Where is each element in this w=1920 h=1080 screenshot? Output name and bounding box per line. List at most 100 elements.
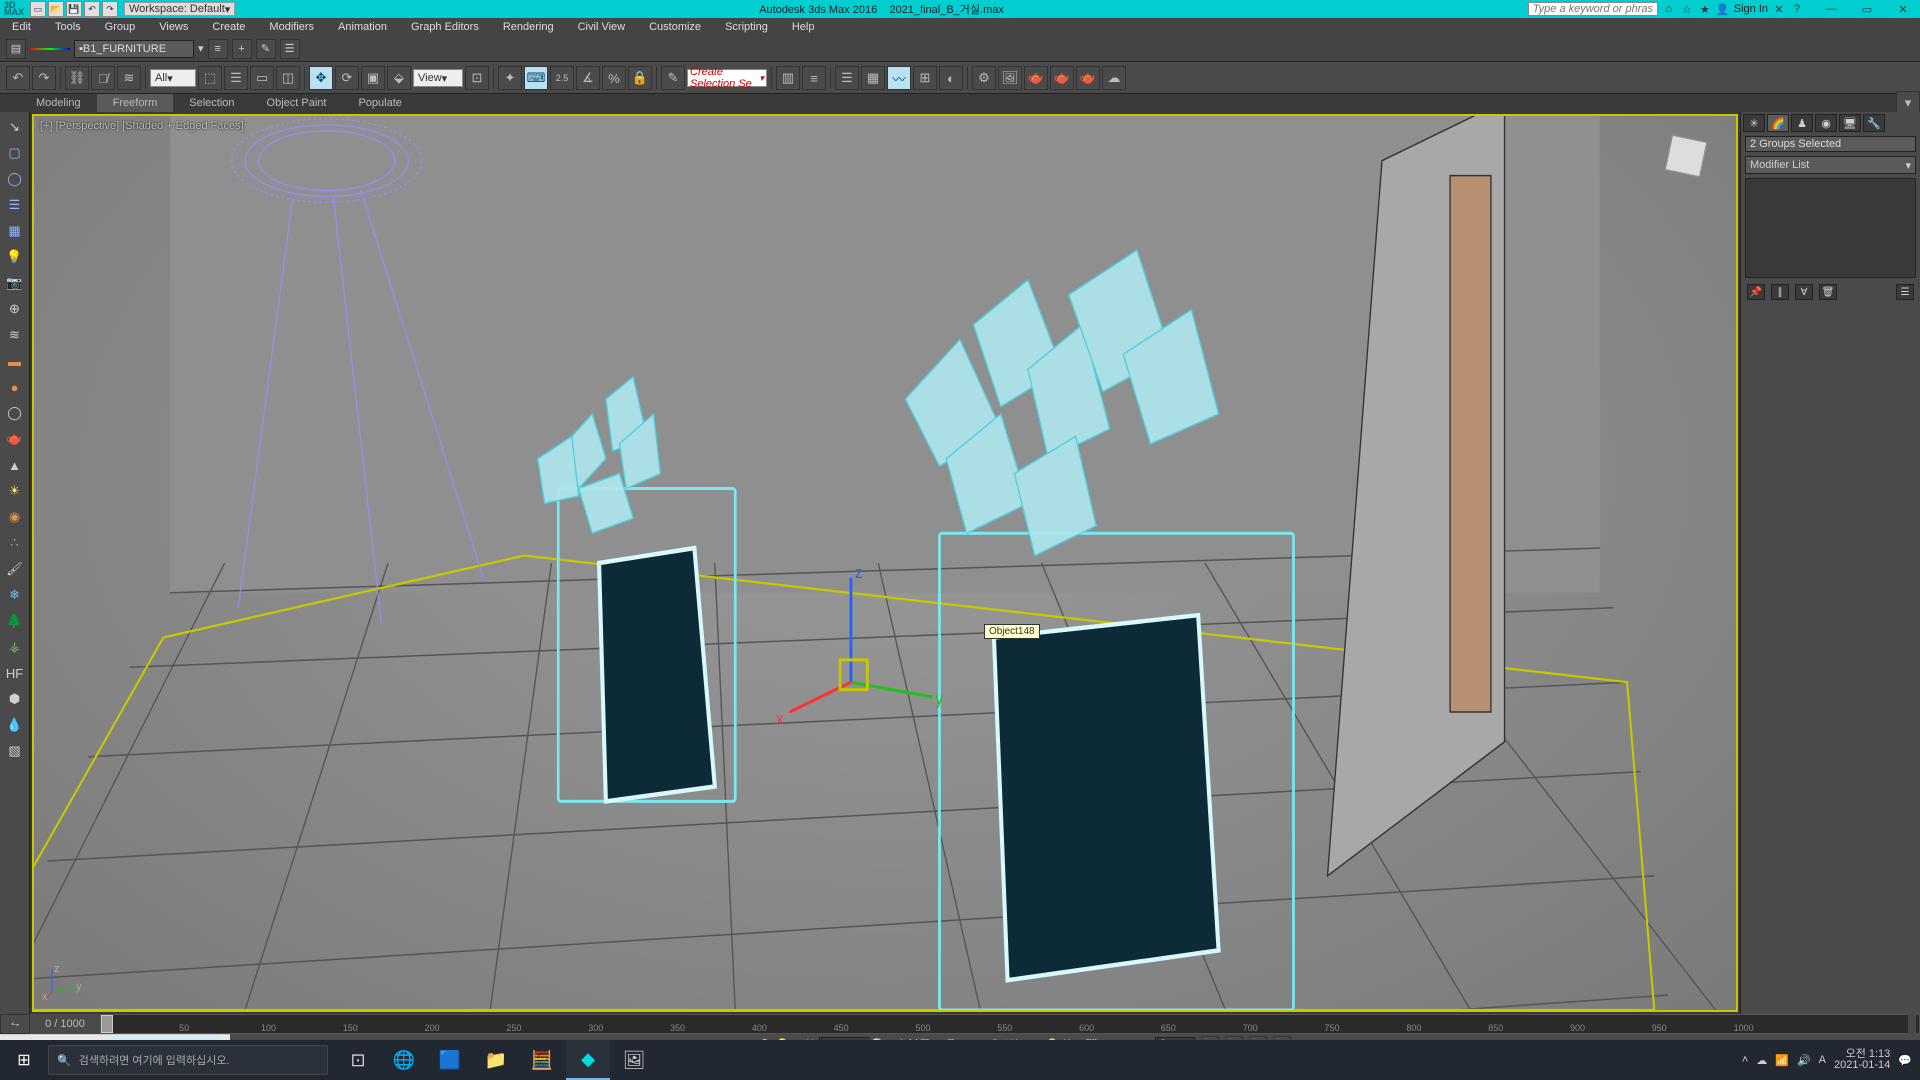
undo-button[interactable]: ↶ xyxy=(6,66,30,90)
help-icon[interactable]: ? xyxy=(1790,2,1804,16)
viewport[interactable]: [+] [Perspective] [Shaded + Edged Faces] xyxy=(32,114,1738,1012)
spinner-snap-icon[interactable]: 🔒 xyxy=(628,66,652,90)
dock-brush-icon[interactable]: 🖌 xyxy=(4,558,26,580)
task-edge-icon[interactable]: 🟦 xyxy=(428,1040,472,1080)
select-name-icon[interactable]: ☰ xyxy=(224,66,248,90)
dock-cylinder-icon[interactable]: ◯ xyxy=(4,168,26,190)
tray-notifications-icon[interactable]: 💬 xyxy=(1898,1054,1912,1067)
modifier-stack[interactable] xyxy=(1745,178,1916,278)
scene-explorer-icon[interactable]: ▤ xyxy=(6,39,26,59)
connect-icon[interactable]: ⌂ xyxy=(1662,2,1676,16)
create-tab-icon[interactable]: ✳ xyxy=(1743,114,1765,132)
toggle-ribbon-icon[interactable]: ▦ xyxy=(861,66,885,90)
tray-lang-icon[interactable]: A xyxy=(1819,1054,1826,1066)
curve-editor-icon[interactable]: 〰 xyxy=(887,66,911,90)
dock-target-icon[interactable]: ◉ xyxy=(4,506,26,528)
ribbon-tab-populate[interactable]: Populate xyxy=(342,94,417,112)
start-button[interactable]: ⊞ xyxy=(0,1040,48,1080)
ref-coord-combo[interactable]: View ▾ xyxy=(413,69,463,87)
dock-torus-icon[interactable]: ◯ xyxy=(4,402,26,424)
selection-filter[interactable]: All ▾ xyxy=(150,69,196,87)
menu-edit[interactable]: Edit xyxy=(0,18,43,36)
viewport-label[interactable]: [+] [Perspective] [Shaded + Edged Faces] xyxy=(40,120,244,132)
select-icon[interactable]: ⬚ xyxy=(198,66,222,90)
dock-sphere-icon[interactable]: ● xyxy=(4,376,26,398)
menu-graph-editors[interactable]: Graph Editors xyxy=(399,18,491,36)
dock-sun-icon[interactable]: ☀ xyxy=(4,480,26,502)
tray-volume-icon[interactable]: 🔊 xyxy=(1797,1054,1811,1067)
qat-undo-icon[interactable]: ↶ xyxy=(84,1,100,17)
unlink-icon[interactable]: ⛓̸ xyxy=(91,66,115,90)
pivot-center-icon[interactable]: ⊡ xyxy=(465,66,489,90)
configure-sets-icon[interactable]: ☰ xyxy=(1896,284,1914,300)
manipulate-icon[interactable]: ✦ xyxy=(498,66,522,90)
schematic-view-icon[interactable]: ⊞ xyxy=(913,66,937,90)
menu-views[interactable]: Views xyxy=(147,18,200,36)
menu-civil-view[interactable]: Civil View xyxy=(566,18,637,36)
keyboard-shortcut-icon[interactable]: ⌨ xyxy=(524,66,548,90)
dock-box-icon[interactable]: ▢ xyxy=(4,142,26,164)
qat-open-icon[interactable]: 📂 xyxy=(48,1,64,17)
task-calc-icon[interactable]: 🧮 xyxy=(520,1040,564,1080)
rendered-frame-icon[interactable]: 🖼 xyxy=(998,66,1022,90)
layer-select-icon[interactable]: ☰ xyxy=(280,39,300,59)
ribbon-tab-object-paint[interactable]: Object Paint xyxy=(251,94,343,112)
star-icon[interactable]: ☆ xyxy=(1680,2,1694,16)
utilities-tab-icon[interactable]: 🔧 xyxy=(1863,114,1885,132)
percent-snap-icon[interactable]: % xyxy=(602,66,626,90)
time-slider-thumb[interactable] xyxy=(101,1015,113,1033)
taskview-icon[interactable]: ⊡ xyxy=(336,1040,380,1080)
task-explorer-icon[interactable]: 📁 xyxy=(474,1040,518,1080)
menu-scripting[interactable]: Scripting xyxy=(713,18,780,36)
menu-help[interactable]: Help xyxy=(780,18,827,36)
align-icon[interactable]: ≡ xyxy=(802,66,826,90)
dock-rock-icon[interactable]: ⬢ xyxy=(4,688,26,710)
menu-create[interactable]: Create xyxy=(200,18,257,36)
dock-spacewarp-icon[interactable]: ≋ xyxy=(4,324,26,346)
edit-selset-icon[interactable]: ✎ xyxy=(661,66,685,90)
render-setup-icon[interactable]: ⚙ xyxy=(972,66,996,90)
time-slider[interactable]: 5010015020025030035040045050055060065070… xyxy=(100,1014,1920,1034)
move-button[interactable]: ✥ xyxy=(309,66,333,90)
workspace-selector[interactable]: Workspace: Default ▾ xyxy=(124,2,235,16)
qat-new-icon[interactable]: ▭ xyxy=(30,1,46,17)
snap-toggle[interactable]: 2.5 xyxy=(550,66,574,90)
tray-wifi-icon[interactable]: 📶 xyxy=(1775,1054,1789,1067)
material-editor-icon[interactable]: ◐ xyxy=(939,66,963,90)
dock-more-icon[interactable]: ▧ xyxy=(4,740,26,762)
selection-name-field[interactable]: 2 Groups Selected xyxy=(1745,136,1916,152)
dock-grid-icon[interactable]: ▦ xyxy=(4,220,26,242)
scale-button[interactable]: ▣ xyxy=(361,66,385,90)
close-button[interactable]: ✕ xyxy=(1890,1,1916,17)
dock-cone-icon[interactable]: ▲ xyxy=(4,454,26,476)
menu-animation[interactable]: Animation xyxy=(326,18,399,36)
maximize-button[interactable]: ▭ xyxy=(1854,1,1880,17)
tray-cloud-icon[interactable]: ☁ xyxy=(1756,1054,1767,1067)
dock-helper-icon[interactable]: ⊕ xyxy=(4,298,26,320)
modify-tab-icon[interactable]: 🌈 xyxy=(1767,114,1789,132)
frame-indicator[interactable]: 0 / 1000 xyxy=(30,1014,100,1034)
time-config-icon[interactable]: ⥊ xyxy=(0,1014,30,1034)
tray-clock[interactable]: 오전 1:13 2021-01-14 xyxy=(1834,1049,1890,1071)
placement-icon[interactable]: ⬙ xyxy=(387,66,411,90)
dock-shapes-icon[interactable]: ☰ xyxy=(4,194,26,216)
unique-icon[interactable]: ∀ xyxy=(1795,284,1813,300)
render-production-icon[interactable]: 🫖 xyxy=(1024,66,1048,90)
task-3dsmax-icon[interactable]: ◆ xyxy=(566,1040,610,1080)
layer-manager-icon[interactable]: ≡ xyxy=(208,39,228,59)
hierarchy-tab-icon[interactable]: ♟ xyxy=(1791,114,1813,132)
ribbon-tab-modeling[interactable]: Modeling xyxy=(20,94,97,112)
qat-redo-icon[interactable]: ↷ xyxy=(102,1,118,17)
link-icon[interactable]: ⛓ xyxy=(65,66,89,90)
pin-stack-icon[interactable]: 📌 xyxy=(1747,284,1765,300)
mirror-icon[interactable]: ▥ xyxy=(776,66,800,90)
task-app-1-icon[interactable]: 🌐 xyxy=(382,1040,426,1080)
dock-tree-icon[interactable]: 🌲 xyxy=(4,610,26,632)
bind-spacewarp-icon[interactable]: ≋ xyxy=(117,66,141,90)
selection-set-combo[interactable]: Create Selection Se▾ xyxy=(687,69,767,87)
motion-tab-icon[interactable]: ◉ xyxy=(1815,114,1837,132)
render-online-icon[interactable]: ☁ xyxy=(1102,66,1126,90)
favorite-icon[interactable]: ★ xyxy=(1698,2,1712,16)
remove-mod-icon[interactable]: 🗑 xyxy=(1819,284,1837,300)
user-icon[interactable]: 👤 xyxy=(1716,2,1730,16)
